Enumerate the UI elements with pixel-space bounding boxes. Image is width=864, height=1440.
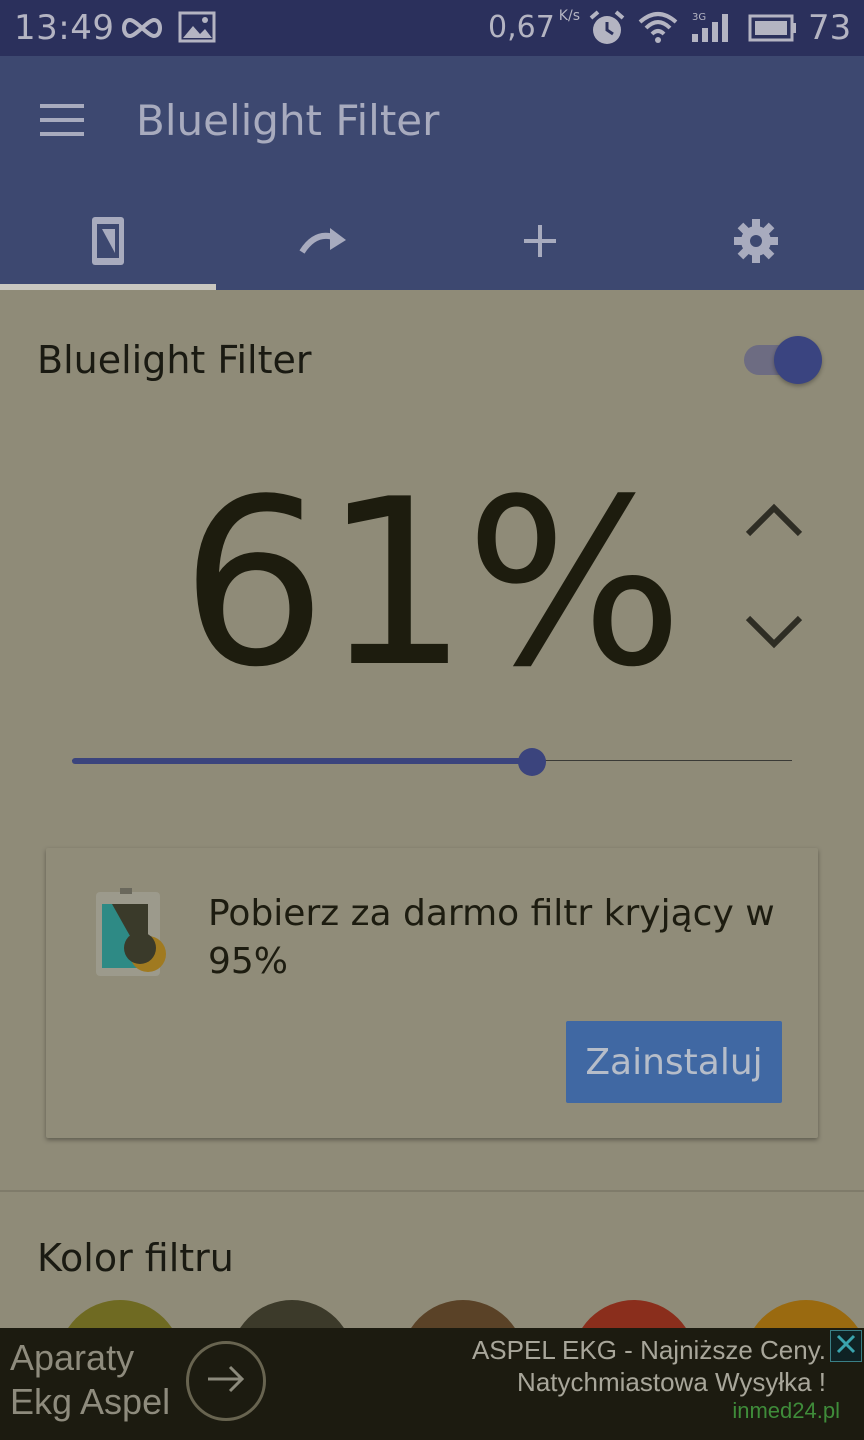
ad-title: Aparaty Ekg Aspel xyxy=(10,1336,170,1424)
arrow-right-icon xyxy=(206,1365,246,1397)
ad-title-line-2: Ekg Aspel xyxy=(10,1381,171,1422)
intensity-slider[interactable] xyxy=(72,744,792,778)
tab-schedule[interactable] xyxy=(216,196,432,290)
ad-banner[interactable]: Aparaty Ekg Aspel ASPEL EKG - Najniższe … xyxy=(0,1328,864,1440)
tab-add[interactable] xyxy=(432,196,648,290)
speed-unit: K/s xyxy=(558,8,580,24)
close-icon xyxy=(835,1333,857,1359)
ad-desc-line-2: Natychmiastowa Wysyłka ! xyxy=(517,1367,826,1397)
network-speed: 0,67 K/s xyxy=(488,8,580,45)
redo-arrow-icon xyxy=(298,226,350,260)
battery-icon xyxy=(748,10,798,50)
app-title: Bluelight Filter xyxy=(136,96,440,145)
filter-percent: 61% xyxy=(180,451,683,718)
app-bar: Bluelight Filter xyxy=(0,56,864,290)
menu-icon[interactable] xyxy=(28,96,98,146)
svg-text:3G: 3G xyxy=(692,12,706,23)
image-icon xyxy=(178,10,216,48)
gear-icon xyxy=(732,217,780,269)
app-promo-icon xyxy=(94,888,170,980)
install-button[interactable]: Zainstaluj xyxy=(566,1021,782,1103)
ad-desc-line-1: ASPEL EKG - Najniższe Ceny. xyxy=(471,1335,826,1365)
tab-settings[interactable] xyxy=(648,196,864,290)
promo-text: Pobierz za darmo filtr kryjący w 95% xyxy=(208,893,775,982)
slider-fill xyxy=(72,758,532,764)
slider-knob[interactable] xyxy=(518,748,546,776)
ad-domain[interactable]: inmed24.pl xyxy=(732,1398,840,1424)
status-bar: 13:49 0,67 K/s 3G 73 xyxy=(0,0,864,56)
filter-toggle[interactable] xyxy=(742,336,824,384)
infinity-icon xyxy=(118,10,166,50)
ad-close-button[interactable] xyxy=(830,1330,862,1362)
section-divider xyxy=(0,1190,864,1192)
plus-icon xyxy=(522,223,558,263)
promo-card: Pobierz za darmo filtr kryjący w 95% Zai… xyxy=(46,848,818,1138)
tab-indicator xyxy=(0,284,216,290)
signal-3g-icon: 3G xyxy=(690,10,734,50)
color-section-title: Kolor filtru xyxy=(37,1236,234,1280)
toggle-thumb xyxy=(774,336,822,384)
ad-description: ASPEL EKG - Najniższe Ceny. Natychmiasto… xyxy=(472,1334,826,1398)
status-time: 13:49 xyxy=(14,8,115,48)
tab-screen-filter[interactable] xyxy=(0,196,216,290)
ad-arrow-button[interactable] xyxy=(186,1341,266,1421)
phone-screen-icon xyxy=(90,215,126,271)
filter-toggle-label: Bluelight Filter xyxy=(37,338,312,382)
decrease-button[interactable] xyxy=(738,606,810,656)
wifi-icon xyxy=(638,10,678,50)
alarm-icon xyxy=(588,10,626,50)
speed-value: 0,67 xyxy=(488,10,555,45)
ad-title-line-1: Aparaty xyxy=(10,1337,135,1378)
increase-button[interactable] xyxy=(738,496,810,546)
battery-level: 73 xyxy=(808,8,852,48)
